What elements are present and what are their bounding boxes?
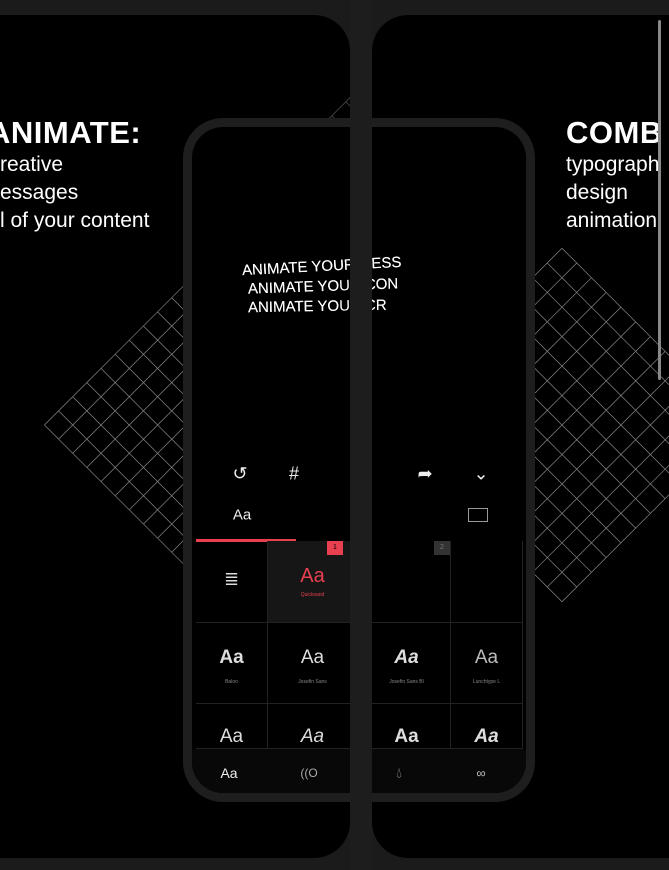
font-cell[interactable]: Aa — [196, 704, 268, 749]
animated-text-left-part: ANIMATE YO — [247, 277, 340, 298]
align-cell[interactable]: ≣ — [196, 541, 268, 623]
badge: 1 — [327, 541, 343, 555]
heading: COMB — [566, 115, 663, 150]
tagline-line: design — [566, 181, 628, 204]
font-cell[interactable]: Aa Josefin Sans Bl — [363, 623, 451, 704]
grid-line — [532, 395, 669, 573]
scrollbar[interactable] — [658, 20, 661, 380]
animated-text-left-part: ANIMATE YOU — [241, 256, 345, 280]
grid-line — [44, 269, 201, 426]
font-cell-selected[interactable]: Aa Quicksand 1 — [268, 541, 358, 623]
image-icon[interactable] — [468, 508, 488, 522]
tagline-line: essages — [0, 181, 79, 204]
badge: 2 — [434, 541, 450, 555]
panel-divider — [350, 0, 372, 870]
grid-line — [547, 410, 669, 588]
phone-frame-right: ➦ ⌄ 2 Aa Josefin Sans Bl Aa Lunchtype L Aa… — [363, 118, 535, 802]
undo-icon[interactable]: ↺ — [232, 464, 247, 485]
animated-text-left-part: ANIMATE YO — [247, 297, 340, 317]
tab-text[interactable]: Aa — [233, 507, 251, 524]
animation-icon[interactable]: ((O — [300, 766, 317, 780]
grid-icon[interactable]: # — [289, 464, 299, 485]
font-cell[interactable]: Aa Baloo — [196, 623, 268, 704]
font-cell[interactable]: Aa Lunchtype L — [451, 623, 523, 704]
font-cell-empty[interactable]: 2 — [363, 541, 451, 623]
tagline-line: l of your content — [0, 209, 150, 232]
animated-text-line-wrap: ANIMATE YOUR CON ANIMATE YO R CON — [248, 275, 399, 298]
heading: ANIMATE: — [0, 115, 142, 150]
bottom-nav-right — [363, 749, 526, 793]
font-cell[interactable]: Aa Josefin Sans — [268, 623, 358, 704]
phone-frame-left: ↺ # ≋ Aa ≋ ≣ Aa Quicksand 1 AaBaloo AaJo… — [183, 118, 363, 802]
blend-icon[interactable]: ∞ — [476, 766, 485, 781]
tagline-line: typograph — [566, 153, 660, 176]
text-icon[interactable]: Aa — [220, 765, 237, 781]
chevron-down-icon[interactable]: ⌄ — [473, 464, 488, 485]
font-cell[interactable]: Aa — [268, 704, 358, 749]
bottom-nav-left — [192, 749, 363, 793]
grid-line — [517, 380, 669, 558]
share-icon[interactable]: ➦ — [417, 464, 432, 485]
color-drop-icon[interactable]: 💧︎ — [396, 765, 402, 782]
grid-line — [532, 277, 669, 455]
grid-line — [44, 424, 201, 581]
font-cell[interactable]: Aa — [451, 704, 523, 749]
tagline-line: animation — [566, 209, 658, 232]
grid-line — [547, 262, 669, 440]
grid-line — [517, 292, 669, 470]
font-cell-empty[interactable] — [451, 541, 523, 623]
tagline-line: reative — [0, 153, 64, 176]
font-cell[interactable]: Aa — [363, 704, 451, 749]
